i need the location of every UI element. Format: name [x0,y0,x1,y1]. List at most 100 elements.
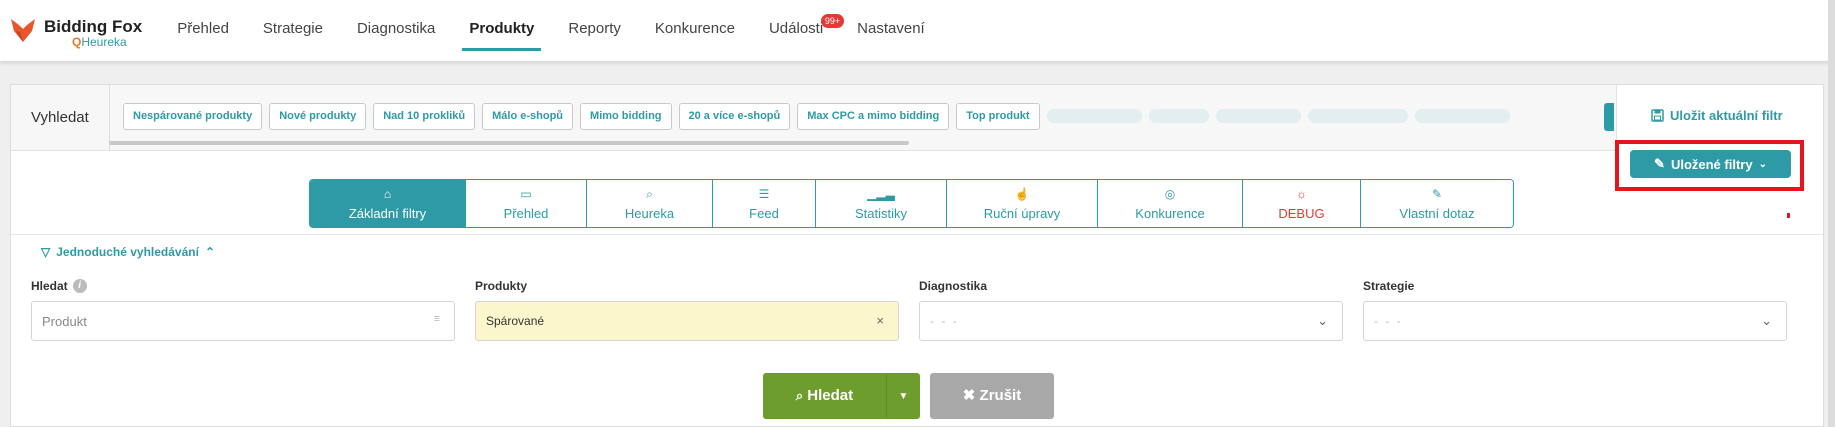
diagnostika-value: - - - [930,314,959,328]
chip-mimo-bidding[interactable]: Mimo bidding [580,103,672,130]
nav-diagnostika[interactable]: Diagnostika [340,0,452,61]
product-search-input[interactable]: Produkt ≡ [31,301,455,341]
nav-konkurence[interactable]: Konkurence [638,0,752,61]
produkty-value: Spárované [486,314,545,328]
faded-chip [1215,109,1301,123]
nav-reporty[interactable]: Reporty [551,0,638,61]
home-icon: ⌂ [383,186,392,201]
search-icon: ⌕ [795,388,804,403]
quick-filter-chips: Nespárované produkty Nové produkty Nad 1… [123,103,1510,130]
strategie-value: - - - [1374,314,1403,328]
tab-label: Konkurence [1135,205,1205,221]
tab-label: Ruční úpravy [983,205,1061,221]
tab-zakladni-filtry[interactable]: ⌂ Základní filtry [310,180,466,227]
tab-rucni-upravy[interactable]: ☝ Ruční úpravy [947,180,1098,227]
cancel-button[interactable]: ✖ Zrušit [930,373,1054,419]
hledat-label-text: Hledat [31,279,68,293]
tab-label: Statistiky [854,205,907,221]
chevron-down-icon: ⌄ [1761,313,1772,328]
simple-search-label: Jednoduché vyhledávání [56,245,199,259]
nav-produkty[interactable]: Produkty [452,0,551,61]
inbox-icon: ▭ [520,186,532,201]
produkty-select[interactable]: Spárované × [475,301,899,341]
tab-feed[interactable]: ☰ Feed [713,180,816,227]
chip-nad-10[interactable]: Nad 10 prokliků [373,103,476,130]
save-filter-label: Uložit aktuální filtr [1670,108,1783,123]
save-filter-button[interactable]: Uložit aktuální filtr [1651,108,1783,123]
clear-icon[interactable]: × [876,313,884,328]
diagnostika-select[interactable]: - - - ⌄ [919,301,1343,341]
tab-prehled[interactable]: ▭ Přehled [466,180,587,227]
section-divider [11,234,1823,235]
users-icon: ◎ [1164,186,1176,201]
nav-nastaveni[interactable]: Nastavení [840,0,942,61]
search-button-main[interactable]: ⌕ Hledat [763,373,887,419]
page-scrollbar[interactable] [1828,0,1835,427]
tab-label: Základní filtry [348,205,427,221]
chip-top-produkt[interactable]: Top produkt [956,103,1040,130]
tab-statistiky[interactable]: ▁▂▃ Statistiky [816,180,947,227]
search-check-icon: ⌕ [646,186,653,201]
chevron-down-icon: ⌄ [1317,313,1328,328]
chevron-up-icon: ⌃ [204,245,216,259]
fox-logo-icon [11,18,35,42]
search-card: Vyhledat Nespárované produkty Nové produ… [10,84,1824,427]
strategie-select[interactable]: - - - ⌄ [1363,301,1787,341]
quick-filter-row: Vyhledat Nespárované produkty Nové produ… [11,85,1823,151]
saved-filters-label: Uložené filtry [1670,156,1753,172]
bars-icon: ▁▂▃ [867,186,895,201]
close-icon: ✖ [962,387,976,404]
text-lines-icon: ≡ [433,313,440,325]
chip-20-vice[interactable]: 20 a více e-shopů [678,103,791,130]
hledat-label: Hledat i [31,279,87,293]
list-icon: ☰ [758,186,770,201]
produkty-label: Produkty [475,279,528,293]
tab-debug[interactable]: ☼ DEBUG [1243,180,1361,227]
nav-prehled[interactable]: Přehled [160,0,246,61]
faded-chip [1414,109,1510,123]
search-button-label: Hledat [807,387,854,404]
chevron-down-icon: ⌄ [1758,158,1767,170]
product-search-placeholder: Produkt [42,313,87,329]
search-label: Vyhledat [31,109,89,126]
search-dropdown-caret-icon[interactable]: ▼ [887,391,920,402]
brand-sub: QHeureka [72,34,127,49]
logo[interactable]: Bidding Fox QHeureka [10,11,142,51]
info-icon[interactable]: i [72,279,87,293]
chip-overflow-edge [1604,103,1614,131]
red-marker [1787,213,1790,218]
chip-malo-eshopu[interactable]: Málo e-shopů [482,103,574,130]
filter-icon: ▽ [41,245,51,259]
pencil-icon: ✎ [1431,186,1443,201]
chip-nove[interactable]: Nové produkty [269,103,367,130]
tab-label: Přehled [503,205,549,221]
bug-icon: ☼ [1296,186,1307,201]
nav-udalosti-label: Události [768,20,824,37]
tab-label: Vlastní dotaz [1399,205,1475,221]
faded-chip [1148,109,1209,123]
tab-vlastni-dotaz[interactable]: ✎ Vlastní dotaz [1361,180,1513,227]
heureka-q-icon: Q [72,34,82,49]
filter-tabs: ⌂ Základní filtry ▭ Přehled ⌕ Heureka ☰ Feed… [309,179,1514,228]
chip-max-cpc[interactable]: Max CPC a mimo bidding [797,103,950,130]
brand-name: Bidding Fox [44,16,143,36]
search-button[interactable]: ⌕ Hledat ▼ [763,373,920,419]
tab-label: DEBUG [1278,205,1325,221]
tab-label: Feed [749,205,779,221]
simple-search-toggle[interactable]: ▽ Jednoduché vyhledávání ⌃ [41,245,215,259]
nav-strategie[interactable]: Strategie [246,0,340,61]
chips-scrollbar[interactable] [109,141,909,145]
strategie-label: Strategie [1363,279,1415,293]
chip-nesparovane[interactable]: Nespárované produkty [123,103,263,130]
tab-heureka[interactable]: ⌕ Heureka [587,180,713,227]
nav-udalosti[interactable]: Události 99+ [752,0,845,61]
hand-icon: ☝ [1014,186,1030,201]
main-nav: Přehled Strategie Diagnostika Produkty R… [160,0,942,61]
tab-label: Heureka [624,205,675,221]
save-icon [1651,109,1664,122]
saved-filters-button[interactable]: ✎ Uložené filtry ⌄ [1630,150,1791,178]
saved-filters-highlight: ✎ Uložené filtry ⌄ [1615,140,1804,191]
faded-chip [1307,109,1408,123]
tab-konkurence[interactable]: ◎ Konkurence [1098,180,1243,227]
pencil-icon: ✎ [1654,156,1665,171]
